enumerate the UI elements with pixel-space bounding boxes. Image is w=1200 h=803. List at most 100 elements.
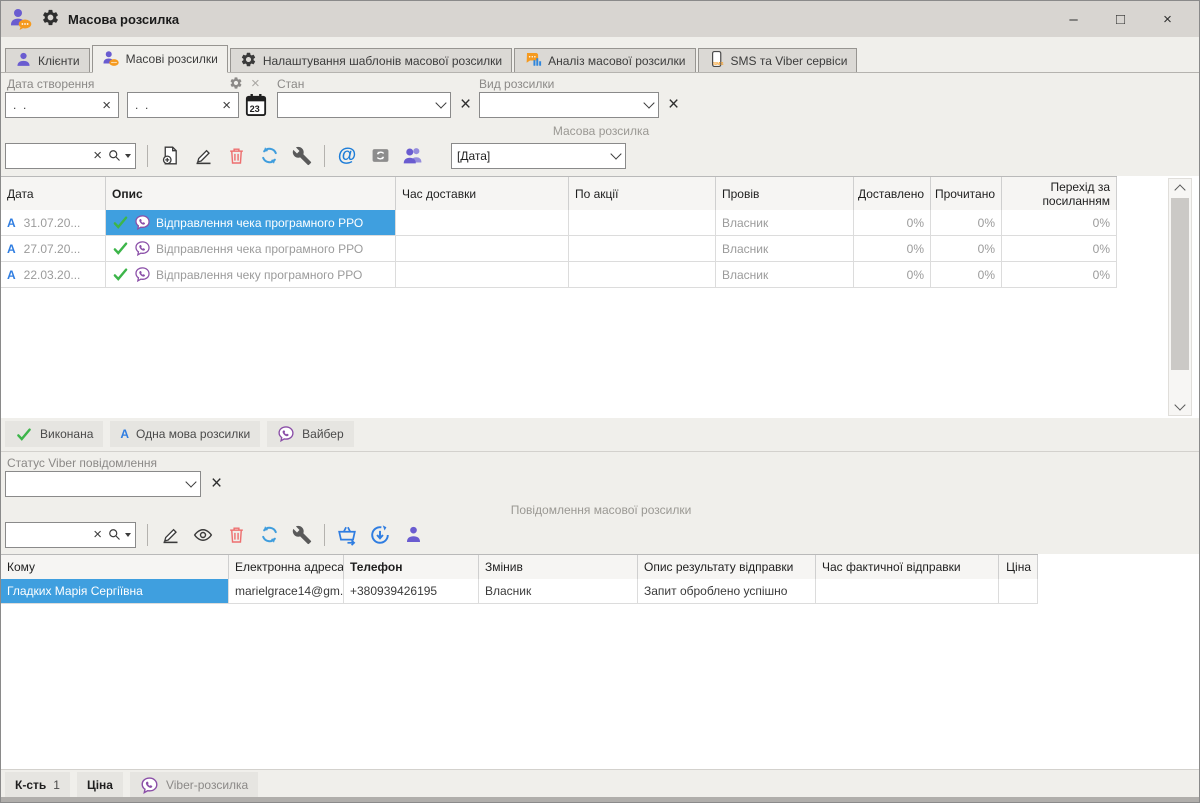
- to-cell-selected[interactable]: Гладких Марія Сергіївна: [1, 579, 229, 604]
- description-cell-selected[interactable]: Відправлення чека програмного РРО: [106, 210, 396, 236]
- minimize-button[interactable]: –: [1050, 1, 1097, 37]
- messages-caption: Повідомлення масової розсилки: [16, 503, 1186, 517]
- scroll-up-button[interactable]: [1169, 179, 1191, 196]
- service-tools-button[interactable]: [291, 145, 313, 167]
- clear-icon[interactable]: ×: [91, 527, 104, 542]
- search-options-caret-icon[interactable]: [125, 533, 131, 537]
- search-icon[interactable]: [107, 148, 122, 163]
- mailing-table-header: Дата Опис Час доставки По акції Провів Д…: [1, 176, 1117, 211]
- done-check-icon: [112, 215, 129, 230]
- edit-message-button[interactable]: [159, 524, 181, 546]
- tab-label: Масові розсилки: [126, 52, 218, 66]
- col-read[interactable]: Прочитано: [931, 177, 1002, 211]
- date-filter-clear-icon[interactable]: ×: [251, 75, 260, 92]
- col-description[interactable]: Опис: [106, 177, 396, 211]
- mailing-row[interactable]: А27.07.20... Відправлення чека програмно…: [1, 236, 1117, 262]
- count-chip: К-сть 1: [5, 772, 70, 798]
- clear-icon[interactable]: ×: [220, 98, 233, 113]
- vertical-scrollbar[interactable]: [1168, 178, 1192, 416]
- tab-mass-mailings[interactable]: Масові розсилки: [92, 45, 228, 73]
- description-cell[interactable]: Відправлення чека програмного РРО: [106, 236, 396, 262]
- col-email[interactable]: Електронна адреса: [229, 555, 344, 580]
- col-result[interactable]: Опис результату відправки: [638, 555, 816, 580]
- mailing-kind-clear-button[interactable]: ×: [666, 95, 681, 114]
- messages-search-field[interactable]: ×: [5, 522, 136, 548]
- col-sent-time[interactable]: Час фактичної відправки: [816, 555, 999, 580]
- search-input[interactable]: [10, 148, 88, 164]
- date-from-input[interactable]: [11, 97, 96, 113]
- filter-settings-gear-icon[interactable]: [229, 76, 243, 93]
- calendar-icon[interactable]: 23: [245, 93, 267, 120]
- done-check-icon: [112, 241, 129, 256]
- state-clear-button[interactable]: ×: [458, 95, 473, 114]
- col-promo[interactable]: По акції: [569, 177, 716, 211]
- maximize-button[interactable]: □: [1097, 1, 1144, 37]
- responsible-person-button[interactable]: [402, 524, 424, 546]
- pencil-icon: [160, 524, 181, 545]
- state-combobox[interactable]: [277, 92, 451, 118]
- wrench-icon: [292, 525, 312, 545]
- service-tools-button[interactable]: [291, 524, 313, 546]
- delete-mailing-button[interactable]: [225, 145, 247, 167]
- tab-label: Клієнти: [38, 54, 80, 68]
- toolbar-separator: [147, 145, 148, 167]
- col-changed-by[interactable]: Змінив: [479, 555, 638, 580]
- sync-statuses-button[interactable]: [369, 524, 391, 546]
- search-icon[interactable]: [107, 527, 122, 542]
- col-conducted-by[interactable]: Провів: [716, 177, 854, 211]
- mailing-search-field[interactable]: ×: [5, 143, 136, 169]
- date-from-field[interactable]: ×: [5, 92, 119, 118]
- update-statuses-button[interactable]: [369, 145, 391, 167]
- col-delivered[interactable]: Доставлено: [854, 177, 931, 211]
- mailing-row[interactable]: А31.07.20... Відправлення чека програмно…: [1, 210, 1117, 236]
- chevron-down-icon: [1174, 399, 1185, 410]
- scroll-down-button[interactable]: [1169, 398, 1191, 415]
- clear-icon[interactable]: ×: [100, 98, 113, 113]
- viber-icon: [277, 425, 295, 443]
- mailing-legend: Виконана А Одна мова розсилки Вайбер: [5, 421, 354, 447]
- view-message-button[interactable]: [192, 524, 214, 546]
- date-to-field[interactable]: ×: [127, 92, 239, 118]
- refresh-messages-button[interactable]: [258, 524, 280, 546]
- scrollbar-thumb[interactable]: [1171, 198, 1189, 370]
- basket-export-button[interactable]: [336, 524, 358, 546]
- add-mailing-button[interactable]: [159, 145, 181, 167]
- email-mailing-button[interactable]: @: [336, 145, 358, 167]
- mailing-kind-combobox[interactable]: [479, 92, 659, 118]
- close-button[interactable]: ×: [1144, 1, 1191, 37]
- sort-combobox[interactable]: [Дата]: [451, 143, 626, 169]
- recipients-button[interactable]: [402, 145, 424, 167]
- col-to[interactable]: Кому: [1, 555, 229, 580]
- tab-label: SMS та Viber сервіси: [731, 54, 848, 68]
- message-row[interactable]: Гладких Марія Сергіївна marielgrace14@gm…: [1, 579, 1038, 604]
- col-delivery-time[interactable]: Час доставки: [396, 177, 569, 211]
- eye-icon: [192, 525, 214, 545]
- viber-icon: [134, 240, 151, 257]
- phone-sms-icon: SMS: [708, 50, 725, 71]
- date-to-input[interactable]: [133, 97, 216, 113]
- col-phone[interactable]: Телефон: [344, 555, 479, 580]
- tab-clients[interactable]: Клієнти: [5, 48, 90, 73]
- col-link-follow[interactable]: Перехід за посиланням: [1002, 177, 1117, 211]
- mailing-row[interactable]: А22.03.20... Відправлення чеку програмно…: [1, 262, 1117, 288]
- search-input[interactable]: [10, 527, 88, 543]
- svg-text:SMS: SMS: [712, 61, 723, 67]
- tab-analysis[interactable]: Аналіз масової розсилки: [514, 48, 695, 73]
- legend-viber: Вайбер: [267, 421, 353, 447]
- trash-icon: [227, 145, 246, 166]
- tab-sms-viber-services[interactable]: SMS SMS та Viber сервіси: [698, 48, 858, 73]
- refresh-mailings-button[interactable]: [258, 145, 280, 167]
- description-cell[interactable]: Відправлення чеку програмного РРО: [106, 262, 396, 288]
- tab-template-settings[interactable]: Налаштування шаблонів масової розсилки: [230, 48, 512, 73]
- at-icon: @: [338, 146, 357, 165]
- edit-mailing-button[interactable]: [192, 145, 214, 167]
- tab-label: Налаштування шаблонів масової розсилки: [263, 54, 502, 68]
- chevron-down-icon: [643, 97, 654, 108]
- viber-status-clear-button[interactable]: ×: [209, 474, 224, 493]
- col-date[interactable]: Дата: [1, 177, 106, 211]
- delete-message-button[interactable]: [225, 524, 247, 546]
- clear-icon[interactable]: ×: [91, 148, 104, 163]
- viber-status-combobox[interactable]: [5, 471, 201, 497]
- col-price[interactable]: Ціна: [999, 555, 1038, 580]
- search-options-caret-icon[interactable]: [125, 154, 131, 158]
